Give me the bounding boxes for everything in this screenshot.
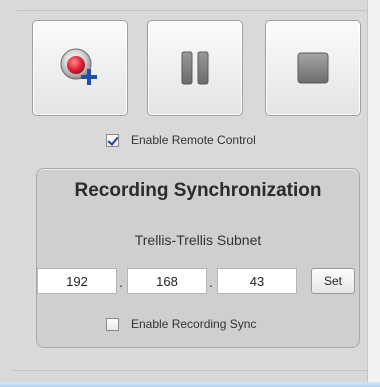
recording-sync-checkbox[interactable] bbox=[106, 317, 119, 331]
record-button[interactable] bbox=[32, 20, 128, 116]
subnet-label: Trellis-Trellis Subnet bbox=[134, 232, 262, 248]
panel-edge bbox=[367, 0, 380, 387]
ip-octet-3-field[interactable] bbox=[217, 268, 297, 294]
recording-sync-title: Recording Synchronization bbox=[74, 180, 322, 201]
divider bbox=[12, 370, 368, 371]
pause-icon bbox=[181, 51, 209, 85]
recording-sync-row: Enable Recording Sync bbox=[106, 317, 256, 331]
ip-separator: . bbox=[119, 274, 123, 290]
recording-sync-label: Enable Recording Sync bbox=[131, 317, 257, 331]
record-add-icon bbox=[60, 48, 97, 85]
remote-control-label: Enable Remote Control bbox=[131, 133, 256, 147]
ip-octet-1-field[interactable] bbox=[37, 268, 117, 294]
stop-icon bbox=[297, 52, 329, 84]
pause-button[interactable] bbox=[147, 20, 243, 116]
remote-control-row: Enable Remote Control bbox=[106, 133, 256, 147]
set-button[interactable]: Set bbox=[311, 268, 355, 294]
status-strip bbox=[0, 382, 380, 387]
ip-octet-2-field[interactable] bbox=[127, 268, 207, 294]
stop-button[interactable] bbox=[265, 20, 361, 116]
ip-separator: . bbox=[209, 274, 213, 290]
remote-control-checkbox[interactable] bbox=[106, 133, 119, 147]
divider bbox=[17, 10, 366, 11]
